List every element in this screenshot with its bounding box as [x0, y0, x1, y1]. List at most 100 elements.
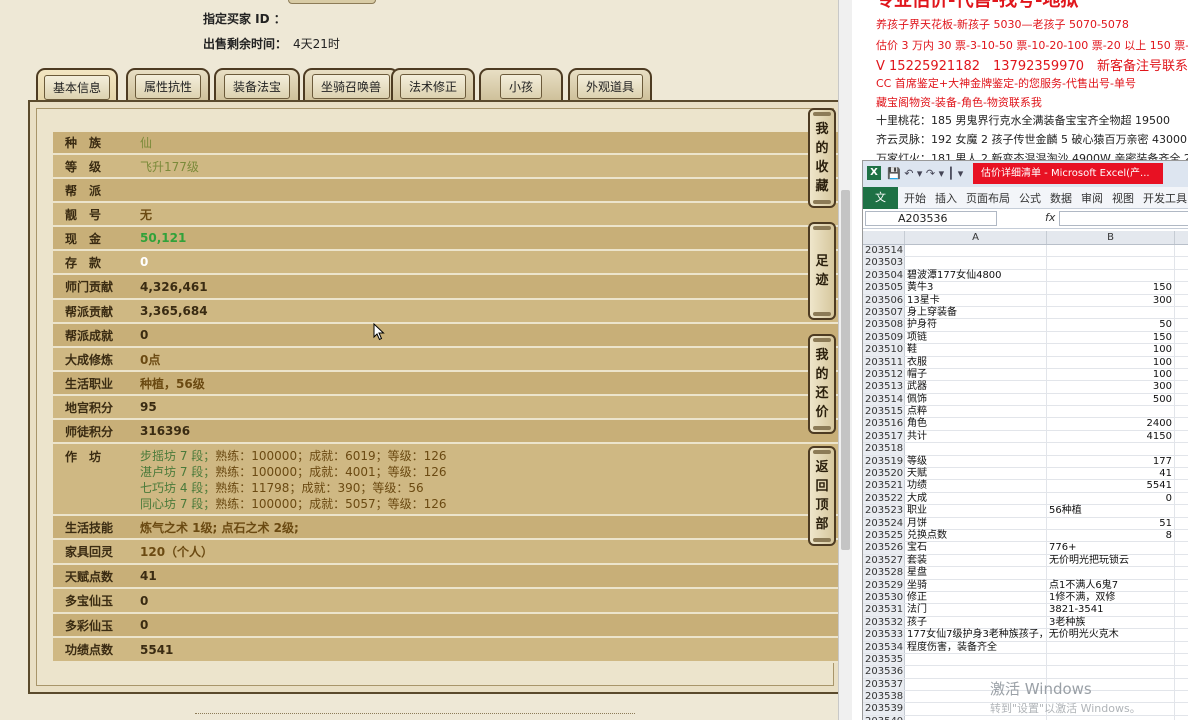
row-number[interactable]: 203532	[863, 616, 905, 629]
cell-c[interactable]	[1175, 394, 1188, 405]
cell-a[interactable]: 角色	[905, 418, 1047, 430]
cell-a[interactable]: 碧波潭177女仙4800	[905, 269, 1047, 282]
cell-c[interactable]	[1175, 493, 1188, 504]
cell-a[interactable]: 衣服	[905, 356, 1047, 368]
page-scrollbar[interactable]	[838, 0, 852, 720]
cell-c[interactable]	[1175, 555, 1188, 566]
cell-b[interactable]	[1047, 406, 1175, 418]
cell-c[interactable]	[1175, 245, 1188, 256]
header-button[interactable]	[288, 0, 376, 4]
cell-b[interactable]	[1047, 629, 1175, 641]
cell-c[interactable]	[1175, 270, 1188, 281]
row-number[interactable]: 203504	[863, 269, 905, 282]
cell-a[interactable]: 177女仙7级护身3老种族孩子，无价明光火克木	[905, 629, 1119, 641]
row-number[interactable]: 203538	[863, 691, 905, 703]
ribbon-tab-insert[interactable]: 插入	[935, 190, 957, 206]
cell-c[interactable]	[1175, 542, 1188, 553]
cell-c[interactable]	[1175, 604, 1188, 615]
cell-a[interactable]: 帽子	[905, 368, 1047, 381]
cell-b[interactable]: 41	[1047, 468, 1175, 480]
row-number[interactable]: 203533	[863, 629, 905, 641]
cell-c[interactable]	[1175, 369, 1188, 380]
fx-icon[interactable]: fx	[1045, 211, 1055, 224]
spreadsheet-grid[interactable]: A B 203514 203503 203504 碧波潭177女仙4800 203505…	[863, 231, 1188, 720]
cell-a[interactable]	[905, 257, 1047, 269]
cell-b[interactable]: 100	[1047, 344, 1175, 356]
cell-c[interactable]	[1175, 418, 1188, 429]
quick-access-toolbar[interactable]: 💾 ↶ ▾ ↷ ▾ ┃ ▾	[887, 167, 963, 180]
row-number[interactable]: 203528	[863, 567, 905, 579]
row-number[interactable]: 203537	[863, 678, 905, 691]
row-number[interactable]: 203506	[863, 294, 905, 306]
cell-c[interactable]	[1175, 307, 1188, 318]
cell-b[interactable]: 177	[1047, 455, 1175, 468]
cell-c[interactable]	[1175, 518, 1188, 529]
cell-b[interactable]: 无价明光把玩锁云	[1047, 554, 1175, 567]
row-number[interactable]: 203521	[863, 480, 905, 492]
cell-b[interactable]: 300	[1047, 294, 1175, 306]
cell-a[interactable]: 职业	[905, 505, 1047, 517]
cell-c[interactable]	[1175, 654, 1188, 665]
row-number[interactable]: 203508	[863, 319, 905, 331]
cell-b[interactable]	[1047, 641, 1175, 653]
cell-c[interactable]	[1175, 381, 1188, 392]
cell-b[interactable]: 150	[1047, 282, 1175, 294]
column-header-b[interactable]: B	[1047, 231, 1175, 244]
row-number[interactable]: 203514	[863, 245, 905, 257]
row-number[interactable]: 203518	[863, 443, 905, 455]
cell-a[interactable]: 兑换点数	[905, 529, 1047, 542]
row-number[interactable]: 203536	[863, 666, 905, 678]
cell-a[interactable]: 武器	[905, 381, 1047, 393]
row-number[interactable]: 203523	[863, 505, 905, 517]
cell-a[interactable]: 程度伤害，装备齐全	[905, 641, 1047, 653]
cell-b[interactable]: 500	[1047, 393, 1175, 406]
column-header-a[interactable]: A	[905, 231, 1047, 244]
cell-b[interactable]: 5541	[1047, 480, 1175, 492]
cell-a[interactable]: 功绩	[905, 480, 1047, 492]
cell-c[interactable]	[1175, 344, 1188, 355]
row-number[interactable]: 203519	[863, 455, 905, 468]
row-number[interactable]: 203510	[863, 344, 905, 356]
footprints-button[interactable]: 足迹	[808, 222, 836, 320]
tab-spell-correction[interactable]: 法术修正	[391, 68, 475, 102]
cell-c[interactable]	[1175, 567, 1188, 578]
cell-b[interactable]: 8	[1047, 529, 1175, 542]
cell-c[interactable]	[1175, 480, 1188, 491]
row-number[interactable]: 203527	[863, 554, 905, 567]
cell-c[interactable]	[1175, 629, 1188, 640]
cell-a[interactable]	[905, 715, 1047, 720]
row-number[interactable]: 203511	[863, 356, 905, 368]
back-to-top-button[interactable]: 返回顶部	[808, 446, 836, 546]
cell-b[interactable]	[1047, 666, 1175, 678]
cell-c[interactable]	[1175, 431, 1188, 442]
name-box[interactable]: A203536	[865, 211, 997, 226]
tab-appearance[interactable]: 外观道具	[568, 68, 652, 102]
scrollbar-thumb[interactable]	[841, 190, 850, 550]
cell-c[interactable]	[1175, 530, 1188, 541]
ribbon-tab-formulas[interactable]: 公式	[1019, 190, 1041, 206]
cell-c[interactable]	[1175, 666, 1188, 677]
row-number[interactable]: 203515	[863, 406, 905, 418]
row-number[interactable]: 203517	[863, 430, 905, 443]
row-number[interactable]: 203516	[863, 418, 905, 430]
cell-b[interactable]: 3821-3541	[1047, 604, 1175, 616]
cell-b[interactable]	[1047, 245, 1175, 257]
cell-c[interactable]	[1175, 679, 1188, 690]
cell-a[interactable]	[905, 443, 1047, 455]
cell-a[interactable]: 孩子	[905, 616, 1047, 629]
cell-a[interactable]: 月饼	[905, 517, 1047, 529]
cell-c[interactable]	[1175, 319, 1188, 330]
row-number[interactable]: 203531	[863, 604, 905, 616]
cell-a[interactable]: 身上穿装备	[905, 306, 1047, 319]
cell-c[interactable]	[1175, 505, 1188, 516]
row-number[interactable]: 203530	[863, 591, 905, 604]
cell-a[interactable]: 大成	[905, 492, 1047, 505]
cell-b[interactable]	[1047, 257, 1175, 269]
cell-b[interactable]	[1047, 715, 1175, 720]
cell-a[interactable]: 天赋	[905, 468, 1047, 480]
cell-b[interactable]: 776+	[1047, 542, 1175, 554]
cell-a[interactable]: 法门	[905, 604, 1047, 616]
cell-a[interactable]: 套装	[905, 554, 1047, 567]
cell-b[interactable]: 51	[1047, 517, 1175, 529]
cell-c[interactable]	[1175, 592, 1188, 603]
